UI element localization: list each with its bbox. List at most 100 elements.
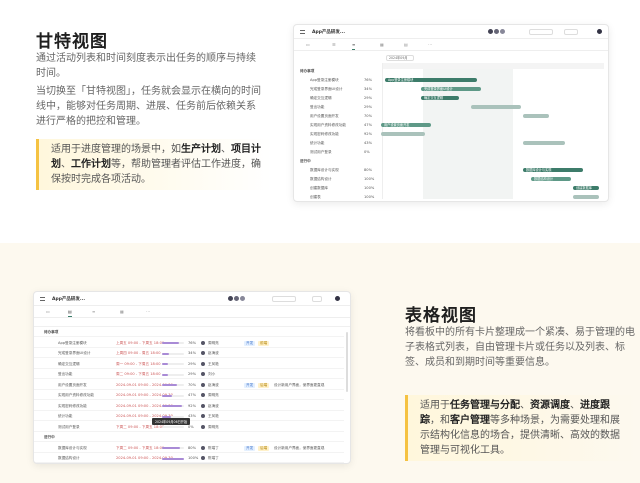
gantt-bar-label: 完成登录界面UI设计 bbox=[424, 87, 453, 91]
tag-badge: 后端 bbox=[258, 445, 270, 451]
table-row[interactable]: 实现密码修改功能 2024-09-01 09:00 - 2024-09-30 92%… bbox=[34, 402, 344, 411]
gantt-task-row[interactable]: 创建表 100% bbox=[300, 193, 380, 201]
gantt-bar[interactable]: 用户设置页面开发 bbox=[381, 123, 431, 127]
gantt-task-progress: 43% bbox=[364, 141, 372, 145]
progress-bar bbox=[162, 342, 184, 344]
task-date: 周二 09:00 - 下周五 18:00 bbox=[116, 372, 161, 376]
table-row[interactable]: 完成登录界面UI设计 上周四 09:00 - 周五 18:00 34% 赵海波 bbox=[34, 349, 344, 358]
gantt-task-row[interactable]: 数据库设计与实现 80% bbox=[300, 166, 380, 175]
progress-fill bbox=[162, 373, 169, 376]
gantt-bar[interactable]: 数据库设计与实现 bbox=[523, 168, 583, 172]
gantt-highlight: 适用于进度管理的场景中，如生产计划、项目计划、工作计划等，帮助管理者评估工作进度… bbox=[36, 139, 272, 190]
gantt-bar[interactable] bbox=[573, 195, 599, 199]
group-label: 待办事项 bbox=[44, 330, 59, 334]
table-row[interactable]: 数据结构设计 2024-09-01 09:00 - 2024-09-30 100% 陈… bbox=[34, 454, 344, 463]
progress-fill bbox=[162, 352, 170, 355]
tab-gantt[interactable]: ≡ bbox=[92, 309, 95, 314]
gantt-task-progress: 100% bbox=[364, 177, 375, 181]
gantt-task-row[interactable]: 统计功能 43% bbox=[300, 139, 380, 148]
gantt-bar[interactable] bbox=[471, 105, 521, 109]
tag-badge: 开发 bbox=[244, 340, 256, 346]
avatar bbox=[499, 28, 506, 35]
table-group-header[interactable]: 进行中 bbox=[34, 433, 344, 442]
table-view-tabs: ▭ ▤ ≡ ▦ ⋯ bbox=[34, 306, 350, 318]
tab-more[interactable]: ⋯ bbox=[146, 309, 150, 314]
gantt-bar[interactable]: 完成登录界面UI设计 bbox=[421, 87, 481, 91]
gantt-task-name: 实现密码修改功能 bbox=[310, 132, 339, 136]
tag-badge: 前端 bbox=[258, 340, 270, 346]
gantt-task-row[interactable]: 测试用户登录 0% bbox=[300, 148, 380, 157]
task-progress: 76% bbox=[188, 340, 196, 345]
gantt-task-row[interactable]: 完成登录界面UI设计 34% bbox=[300, 85, 380, 94]
task-progress: 80% bbox=[188, 445, 196, 450]
gantt-task-row[interactable]: 实现用户资料修改功能 47% bbox=[300, 121, 380, 130]
gantt-bar[interactable]: 创建数据库 bbox=[573, 186, 599, 190]
assignee-name: 赵海波 bbox=[208, 382, 219, 387]
table-row[interactable]: 实现用户资料修改功能 2024-09-01 09:00 - 2024-09-30 4… bbox=[34, 391, 344, 400]
gantt-window-header: App产品研发... bbox=[294, 25, 608, 39]
tab-board[interactable]: ▭ bbox=[46, 309, 50, 314]
gantt-task-row[interactable]: 用户设置页面开发 70% bbox=[300, 112, 380, 121]
gantt-task-name: 进行中 bbox=[300, 159, 311, 163]
user-avatar[interactable] bbox=[596, 28, 603, 35]
gantt-task-row[interactable]: 待办事项 bbox=[300, 67, 380, 76]
gantt-bar[interactable] bbox=[523, 141, 565, 145]
tab-more[interactable]: ⋯ bbox=[428, 42, 432, 47]
task-name: 实现密码修改功能 bbox=[58, 403, 87, 408]
tab-calendar[interactable]: ▦ bbox=[380, 42, 384, 47]
assignee-name: 赵海波 bbox=[208, 351, 219, 355]
gantt-task-list: 待办事项 App登录注册模块 76% 完成登录界面UI设计 34% 确定交互逻辑 29% 登出… bbox=[300, 67, 380, 201]
progress-fill bbox=[162, 447, 180, 449]
gantt-bar[interactable] bbox=[523, 114, 549, 118]
gantt-task-progress: 47% bbox=[364, 123, 372, 127]
menu-icon[interactable] bbox=[40, 297, 45, 301]
tab-calendar[interactable]: ▦ bbox=[120, 309, 124, 314]
gantt-date-label[interactable]: 2024年09月 bbox=[386, 55, 414, 61]
gantt-task-row[interactable]: 数据结构设计 100% bbox=[300, 175, 380, 184]
progress-bar bbox=[162, 426, 184, 428]
gantt-bar[interactable]: App登录注册模块 bbox=[385, 78, 477, 82]
gantt-task-row[interactable]: 进行中 bbox=[300, 157, 380, 166]
task-name: 完成登录界面UI设计 bbox=[58, 351, 91, 355]
tab-list[interactable]: ☰ bbox=[332, 42, 336, 47]
gantt-task-row[interactable]: 确定交互逻辑 29% bbox=[300, 94, 380, 103]
view-button[interactable] bbox=[312, 296, 322, 302]
view-button[interactable] bbox=[564, 29, 578, 35]
search-field[interactable] bbox=[529, 29, 553, 35]
tab-table[interactable]: ▤ bbox=[68, 309, 72, 317]
gantt-bar[interactable]: 确定交互逻辑 bbox=[421, 96, 459, 100]
table-row[interactable]: App登录注册模块 上周五 09:00 - 下周五 18:00 76% 周明亮 开发 前端 bbox=[34, 339, 344, 348]
gantt-bar[interactable] bbox=[381, 132, 425, 136]
tag-badge: 后端 bbox=[258, 382, 270, 388]
table-row[interactable]: 用户设置页面开发 2024-09-01 09:00 - 2024-09-30 70%… bbox=[34, 381, 344, 390]
gantt-task-progress: 76% bbox=[364, 78, 372, 82]
gantt-task-row[interactable]: 创建数据库 100% bbox=[300, 184, 380, 193]
progress-bar bbox=[162, 363, 184, 365]
task-name: 数据库设计与实现 bbox=[58, 445, 87, 450]
progress-fill bbox=[162, 384, 178, 386]
user-avatar[interactable] bbox=[334, 295, 341, 302]
tab-gantt[interactable]: ≡ bbox=[352, 42, 356, 50]
search-field[interactable] bbox=[272, 296, 296, 302]
table-group-header[interactable]: 待办事项 bbox=[34, 328, 344, 337]
task-progress: 0% bbox=[188, 424, 194, 429]
task-note: 设计新用户界面，使界面更直观 bbox=[274, 382, 325, 387]
table-highlight: 适用于任务管理与分配、资源调度、进度跟踪，和客户管理等多种场景，为需要处理和展示… bbox=[405, 395, 637, 461]
tab-board[interactable]: ▭ bbox=[306, 42, 310, 47]
table-row[interactable]: 登出功能 周二 09:00 - 下周五 18:00 29% 刘小 bbox=[34, 370, 344, 379]
table-row[interactable]: 确定交互逻辑 周一 09:00 - 下周五 18:00 29% 王凤艳 bbox=[34, 360, 344, 369]
gantt-task-row[interactable]: 登出功能 29% bbox=[300, 103, 380, 112]
gantt-bar[interactable]: 数据结构设计 bbox=[531, 177, 571, 181]
table-row[interactable]: 数据库设计与实现 下周二 09:00 - 下周五 18:00 80% 陈端丁 开发 后端设… bbox=[34, 444, 344, 453]
date-tooltip: 2024年09月06日开始 bbox=[152, 418, 191, 425]
table-scrollbar[interactable] bbox=[346, 332, 348, 392]
gantt-task-row[interactable]: App登录注册模块 76% bbox=[300, 76, 380, 85]
tab-table[interactable]: ▤ bbox=[404, 42, 408, 47]
gantt-task-progress: 70% bbox=[364, 114, 372, 118]
menu-icon[interactable] bbox=[300, 30, 305, 34]
gantt-task-name: 测试用户登录 bbox=[310, 150, 332, 154]
assignee-avatar bbox=[200, 444, 206, 451]
table-rows: 待办事项 App登录注册模块 上周五 09:00 - 下周五 18:00 76% 周明亮… bbox=[34, 328, 344, 463]
task-name: 确定交互逻辑 bbox=[58, 361, 80, 366]
gantt-task-row[interactable]: 实现密码修改功能 92% bbox=[300, 130, 380, 139]
